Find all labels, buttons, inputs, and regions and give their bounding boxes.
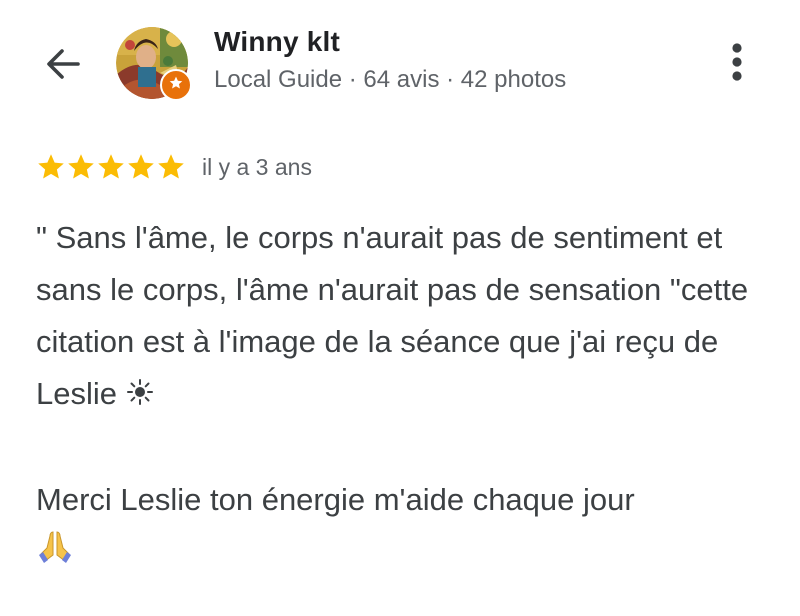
back-button[interactable] (38, 44, 86, 88)
praying-hands-icon (36, 528, 74, 580)
star-icon (98, 154, 124, 179)
avatar[interactable] (116, 27, 192, 101)
review-paragraph-1: " Sans l'âme, le corps n'aurait pas de s… (36, 212, 776, 422)
star-rating (36, 152, 186, 182)
star-icon (38, 154, 64, 179)
user-name[interactable]: Winny klt (214, 26, 340, 58)
review-text: " Sans l'âme, le corps n'aurait pas de s… (36, 212, 776, 580)
more-vertical-icon (731, 42, 743, 87)
user-meta: Local Guide · 64 avis · 42 photos (214, 66, 567, 93)
sun-icon (126, 370, 154, 422)
local-guide-star-icon (168, 75, 184, 96)
rating-row: il y a 3 ans (36, 151, 312, 183)
review-paragraph-2: Merci Leslie ton énergie m'aide chaque j… (36, 474, 776, 580)
star-icon (128, 154, 154, 179)
more-options-button[interactable] (718, 40, 756, 88)
star-icon (158, 154, 184, 179)
local-guide-badge (160, 69, 192, 101)
review-paragraph-2-text: Merci Leslie ton énergie m'aide chaque j… (36, 481, 635, 517)
arrow-left-icon (42, 46, 82, 87)
review-date: il y a 3 ans (202, 153, 312, 180)
star-icon (68, 154, 94, 179)
